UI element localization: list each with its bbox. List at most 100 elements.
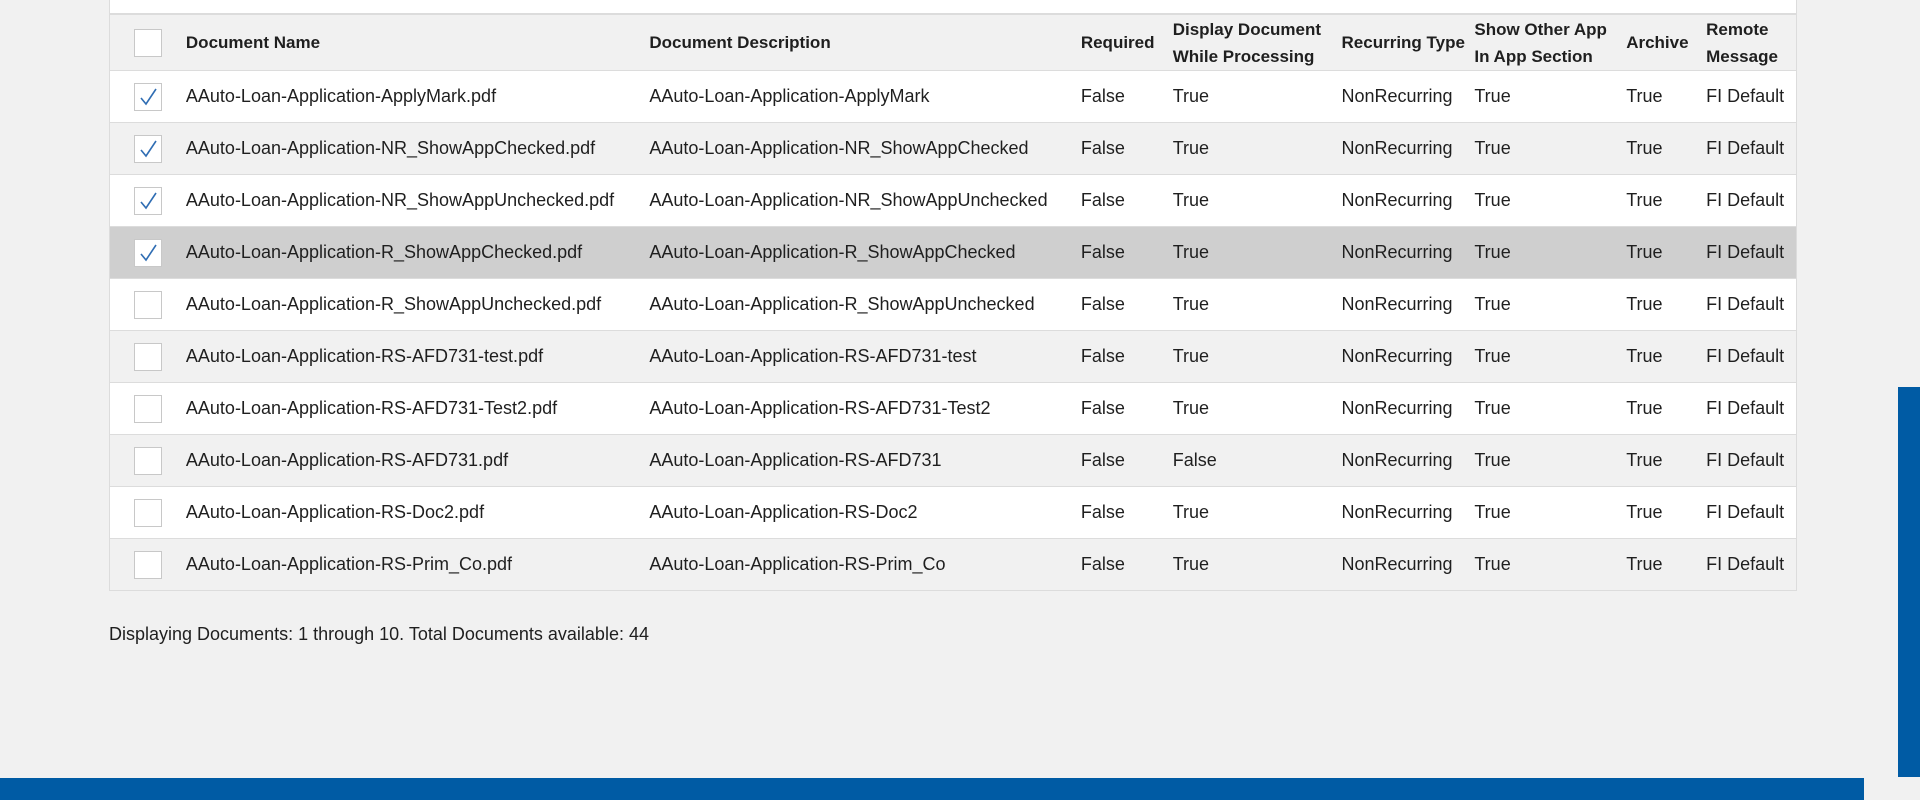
header-document-description[interactable]: Document Description <box>649 29 1080 56</box>
table-row[interactable]: AAuto-Loan-Application-RS-AFD731-Test2.p… <box>110 382 1796 434</box>
table-row[interactable]: AAuto-Loan-Application-R_ShowAppUnchecke… <box>110 278 1796 330</box>
archive-cell: True <box>1626 86 1663 106</box>
recurring-type-cell: NonRecurring <box>1341 242 1453 262</box>
archive-cell: True <box>1626 346 1663 366</box>
checkmark-icon <box>140 140 157 157</box>
archive-cell: True <box>1626 190 1663 210</box>
show-other-app-cell: True <box>1474 86 1511 106</box>
remote-message-cell: FI Default <box>1706 190 1785 210</box>
document-name-cell: AAuto-Loan-Application-RS-AFD731-Test2.p… <box>185 398 558 418</box>
document-name-cell: AAuto-Loan-Application-R_ShowAppChecked.… <box>185 242 583 262</box>
required-cell: False <box>1080 450 1125 470</box>
recurring-type-cell: NonRecurring <box>1341 502 1453 522</box>
show-other-app-cell: True <box>1474 502 1511 522</box>
row-select-cell <box>110 394 186 423</box>
recurring-type-cell: NonRecurring <box>1341 398 1453 418</box>
remote-message-cell: FI Default <box>1706 502 1785 522</box>
display-while-processing-cell: True <box>1172 86 1210 106</box>
table-row[interactable]: AAuto-Loan-Application-NR_ShowAppChecked… <box>110 122 1796 174</box>
row-select-checkbox[interactable] <box>133 290 162 319</box>
required-cell: False <box>1080 502 1125 522</box>
show-other-app-cell: True <box>1474 294 1511 314</box>
header-archive[interactable]: Archive <box>1626 29 1706 56</box>
table-row[interactable]: AAuto-Loan-Application-RS-AFD731.pdf AAut… <box>110 434 1796 486</box>
required-cell: False <box>1080 242 1125 262</box>
document-description-cell: AAuto-Loan-Application-RS-Prim_Co <box>649 554 946 574</box>
document-description-cell: AAuto-Loan-Application-NR_ShowAppChecked <box>649 138 1029 158</box>
header-recurring-type[interactable]: Recurring Type <box>1342 29 1475 56</box>
document-name-cell: AAuto-Loan-Application-ApplyMark.pdf <box>185 86 497 106</box>
table-row[interactable]: AAuto-Loan-Application-RS-Prim_Co.pdf AAu… <box>110 538 1796 590</box>
document-name-cell: AAuto-Loan-Application-RS-AFD731-test.pd… <box>185 346 544 366</box>
select-all-checkbox[interactable] <box>133 28 162 57</box>
header-remote-message[interactable]: Remote Message <box>1706 16 1796 70</box>
document-description-cell: AAuto-Loan-Application-R_ShowAppUnchecke… <box>649 294 1035 314</box>
recurring-type-cell: NonRecurring <box>1341 190 1453 210</box>
header-required[interactable]: Required <box>1081 29 1173 56</box>
recurring-type-cell: NonRecurring <box>1341 450 1453 470</box>
document-description-cell: AAuto-Loan-Application-RS-Doc2 <box>649 502 918 522</box>
document-description-cell: AAuto-Loan-Application-ApplyMark <box>649 86 930 106</box>
show-other-app-cell: True <box>1474 346 1511 366</box>
row-select-cell <box>110 186 186 215</box>
display-while-processing-cell: True <box>1172 190 1210 210</box>
row-select-checkbox[interactable] <box>133 186 162 215</box>
display-while-processing-cell: True <box>1172 554 1210 574</box>
table-row[interactable]: AAuto-Loan-Application-ApplyMark.pdf AAut… <box>110 70 1796 122</box>
remote-message-cell: FI Default <box>1706 554 1785 574</box>
header-display-while-processing[interactable]: Display Document While Processing <box>1173 16 1342 70</box>
required-cell: False <box>1080 346 1125 366</box>
archive-cell: True <box>1626 294 1663 314</box>
recurring-type-cell: NonRecurring <box>1341 294 1453 314</box>
document-name-cell: AAuto-Loan-Application-NR_ShowAppChecked… <box>185 138 596 158</box>
recurring-type-cell: NonRecurring <box>1341 346 1453 366</box>
row-select-checkbox[interactable] <box>133 342 162 371</box>
display-while-processing-cell: True <box>1172 346 1210 366</box>
row-select-cell <box>110 550 186 579</box>
display-while-processing-cell: True <box>1172 294 1210 314</box>
row-select-checkbox[interactable] <box>133 394 162 423</box>
table-row[interactable]: AAuto-Loan-Application-NR_ShowAppUncheck… <box>110 174 1796 226</box>
row-select-checkbox[interactable] <box>133 498 162 527</box>
header-document-name[interactable]: Document Name <box>186 29 649 56</box>
document-name-cell: AAuto-Loan-Application-RS-AFD731.pdf <box>185 450 509 470</box>
table-body: AAuto-Loan-Application-ApplyMark.pdf AAut… <box>110 70 1796 590</box>
header-show-other-app[interactable]: Show Other App In App Section <box>1474 16 1626 70</box>
recurring-type-cell: NonRecurring <box>1341 554 1453 574</box>
archive-cell: True <box>1626 554 1663 574</box>
documents-table: Document Name Document Description Requi… <box>109 14 1797 591</box>
required-cell: False <box>1080 398 1125 418</box>
required-cell: False <box>1080 86 1125 106</box>
recurring-type-cell: NonRecurring <box>1341 138 1453 158</box>
document-description-cell: AAuto-Loan-Application-RS-AFD731-Test2 <box>649 398 991 418</box>
archive-cell: True <box>1626 502 1663 522</box>
required-cell: False <box>1080 190 1125 210</box>
archive-cell: True <box>1626 450 1663 470</box>
table-row[interactable]: AAuto-Loan-Application-RS-AFD731-test.pd… <box>110 330 1796 382</box>
row-select-checkbox[interactable] <box>133 238 162 267</box>
required-cell: False <box>1080 554 1125 574</box>
table-row[interactable]: AAuto-Loan-Application-RS-Doc2.pdf AAuto-… <box>110 486 1796 538</box>
checkmark-icon <box>140 244 157 261</box>
show-other-app-cell: True <box>1474 242 1511 262</box>
remote-message-cell: FI Default <box>1706 294 1785 314</box>
table-row[interactable]: AAuto-Loan-Application-R_ShowAppChecked.… <box>110 226 1796 278</box>
scrollbar-thumb[interactable] <box>1898 387 1920 777</box>
display-while-processing-cell: True <box>1172 502 1210 522</box>
remote-message-cell: FI Default <box>1706 346 1785 366</box>
checkmark-icon <box>140 88 157 105</box>
display-while-processing-cell: True <box>1172 398 1210 418</box>
document-description-cell: AAuto-Loan-Application-RS-AFD731-test <box>649 346 977 366</box>
remote-message-cell: FI Default <box>1706 86 1785 106</box>
row-select-checkbox[interactable] <box>133 134 162 163</box>
row-select-cell <box>110 82 186 111</box>
remote-message-cell: FI Default <box>1706 138 1785 158</box>
row-select-checkbox[interactable] <box>133 550 162 579</box>
row-select-cell <box>110 446 186 475</box>
document-description-cell: AAuto-Loan-Application-R_ShowAppChecked <box>649 242 1016 262</box>
row-select-checkbox[interactable] <box>133 446 162 475</box>
required-cell: False <box>1080 294 1125 314</box>
pagination-status: Displaying Documents: 1 through 10. Tota… <box>109 624 649 644</box>
document-description-cell: AAuto-Loan-Application-RS-AFD731 <box>649 450 942 470</box>
row-select-checkbox[interactable] <box>133 82 162 111</box>
